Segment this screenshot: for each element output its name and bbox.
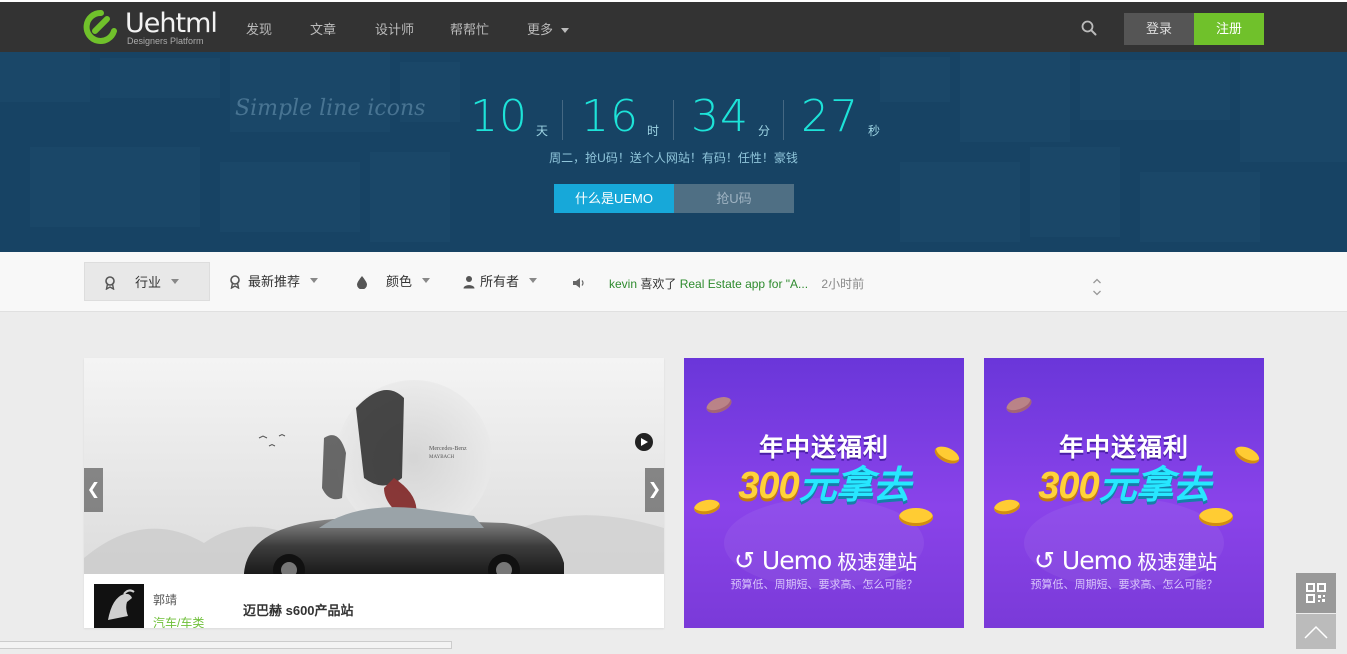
nav-designers[interactable]: 设计师: [375, 19, 414, 38]
maybach-banner-image: Mercedes-Benz MAYBACH: [84, 358, 664, 574]
project-title[interactable]: 迈巴赫 s600产品站: [243, 600, 354, 619]
carousel-next-button[interactable]: ❯: [645, 468, 664, 512]
ticker-object[interactable]: Real Estate app for "A...: [680, 277, 808, 291]
countdown-seconds-unit: 秒: [868, 124, 881, 138]
author-name[interactable]: 郭靖: [153, 591, 177, 608]
grab-u-code-button[interactable]: 抢U码: [674, 184, 794, 213]
login-button[interactable]: 登录: [1124, 13, 1194, 45]
promo-amount: 300元拿去: [1038, 465, 1210, 507]
coin-icon: [899, 508, 933, 526]
person-icon: [463, 276, 475, 289]
promo-amount: 300元拿去: [738, 465, 910, 507]
countdown-divider: [562, 100, 563, 140]
countdown-divider: [673, 100, 674, 140]
ticker-user[interactable]: kevin: [609, 277, 637, 291]
award-icon: [105, 276, 115, 290]
activity-ticker[interactable]: kevin 喜欢了 Real Estate app for "A... 2小时前: [609, 275, 864, 292]
nav-help[interactable]: 帮帮忙: [450, 19, 489, 38]
uemo-logo-icon: ↺: [734, 547, 755, 575]
author-avatar[interactable]: [94, 584, 144, 628]
promo-subtitle: 预算低、周期短、要求高、怎么可能？: [1030, 579, 1218, 591]
countdown-hours-unit: 时: [647, 124, 660, 138]
ticker-time: 2小时前: [821, 277, 865, 291]
countdown-divider: [783, 100, 784, 140]
hero-banner: Simple line icons 10 天 16 时 34 分 27 秒 周二…: [0, 52, 1347, 252]
qr-code-button[interactable]: [1296, 573, 1336, 613]
filter-industry[interactable]: 行业: [84, 262, 210, 301]
filter-industry-label: 行业: [135, 263, 180, 302]
filter-bar: 行业 最新推荐 颜色 所有者 kevin 喜欢了 Real Estate app…: [0, 252, 1347, 312]
promo-subtitle: 预算低、周期短、要求高、怎么可能？: [730, 579, 918, 591]
hero-subtitle: 周二，抢U码！送个人网站！有码！任性！豪钱: [549, 151, 798, 165]
drop-icon: [357, 276, 367, 289]
award-icon: [230, 275, 240, 289]
browser-status-bar: [0, 641, 452, 649]
search-icon[interactable]: [1081, 20, 1097, 36]
countdown-minutes: 34 分: [691, 92, 771, 142]
register-button[interactable]: 注册: [1194, 13, 1264, 45]
promo-card-1[interactable]: 年中送福利 300元拿去 ↺ Uemo 极速建站 预算低、周期短、要求高、怎么可能…: [684, 358, 964, 628]
countdown-minutes-value: 34: [691, 91, 749, 142]
nav-articles[interactable]: 文章: [310, 19, 336, 38]
filter-latest[interactable]: 最新推荐: [228, 262, 328, 301]
countdown-seconds-value: 27: [801, 91, 859, 142]
featured-image[interactable]: Mercedes-Benz MAYBACH ❮ ❯: [84, 358, 664, 574]
horse-icon: [94, 584, 144, 628]
logo-mark-icon: [83, 9, 117, 44]
nav-discover[interactable]: 发现: [246, 19, 272, 38]
speaker-icon: [573, 278, 584, 288]
chevron-up-icon: [1304, 625, 1328, 639]
nav-more-label: 更多: [527, 22, 554, 37]
hero-background-text: Simple line icons: [235, 96, 426, 121]
logo-tagline: Designers Platform: [127, 36, 204, 46]
promo-card-2[interactable]: 年中送福利 300元拿去 ↺ Uemo 极速建站 预算低、周期短、要求高、怎么可能…: [984, 358, 1264, 628]
countdown-days-unit: 天: [536, 124, 549, 138]
chevron-down-icon: [561, 28, 570, 34]
carousel-prev-button[interactable]: ❮: [84, 468, 103, 512]
project-category[interactable]: 汽车/车类: [153, 614, 204, 628]
nav-more[interactable]: 更多: [527, 19, 570, 38]
what-is-uemo-button[interactable]: 什么是UEMO: [554, 184, 674, 213]
qr-code-icon: [1306, 583, 1326, 603]
logo-text: Uehtml: [125, 8, 218, 39]
coin-icon: [1199, 508, 1233, 526]
brand-model-text: MAYBACH: [429, 455, 454, 460]
filter-latest-label: 最新推荐: [248, 262, 319, 301]
back-to-top-button[interactable]: [1296, 614, 1336, 649]
top-nav-bar: Uehtml Designers Platform 发现 文章 设计师 帮帮忙 …: [0, 0, 1347, 52]
ticker-scroll-arrows-icon[interactable]: [1092, 278, 1102, 296]
uemo-logo: ↺ Uemo 极速建站: [1034, 546, 1218, 575]
filter-color[interactable]: 颜色: [355, 262, 445, 301]
uemo-logo: ↺ Uemo 极速建站: [734, 546, 918, 575]
filter-color-label: 颜色: [386, 262, 431, 301]
filter-owner-label: 所有者: [480, 262, 538, 301]
countdown-seconds: 27 秒: [801, 92, 891, 142]
countdown-hours: 16 时: [581, 92, 661, 142]
ticker-action: 喜欢了: [640, 277, 677, 291]
featured-card-footer: 郭靖 汽车/车类 迈巴赫 s600产品站: [84, 574, 664, 628]
countdown-days-value: 10: [470, 91, 528, 142]
featured-card[interactable]: Mercedes-Benz MAYBACH ❮ ❯ 郭靖 汽车/车类 迈巴赫 s…: [84, 358, 664, 628]
brand-en-text: Mercedes-Benz: [429, 446, 467, 452]
countdown-minutes-unit: 分: [758, 124, 771, 138]
countdown-hours-value: 16: [581, 91, 639, 142]
site-logo[interactable]: Uehtml Designers Platform: [83, 9, 218, 47]
filter-owner[interactable]: 所有者: [462, 262, 552, 301]
uemo-logo-icon: ↺: [1034, 547, 1055, 575]
countdown-days: 10 天: [470, 92, 550, 142]
